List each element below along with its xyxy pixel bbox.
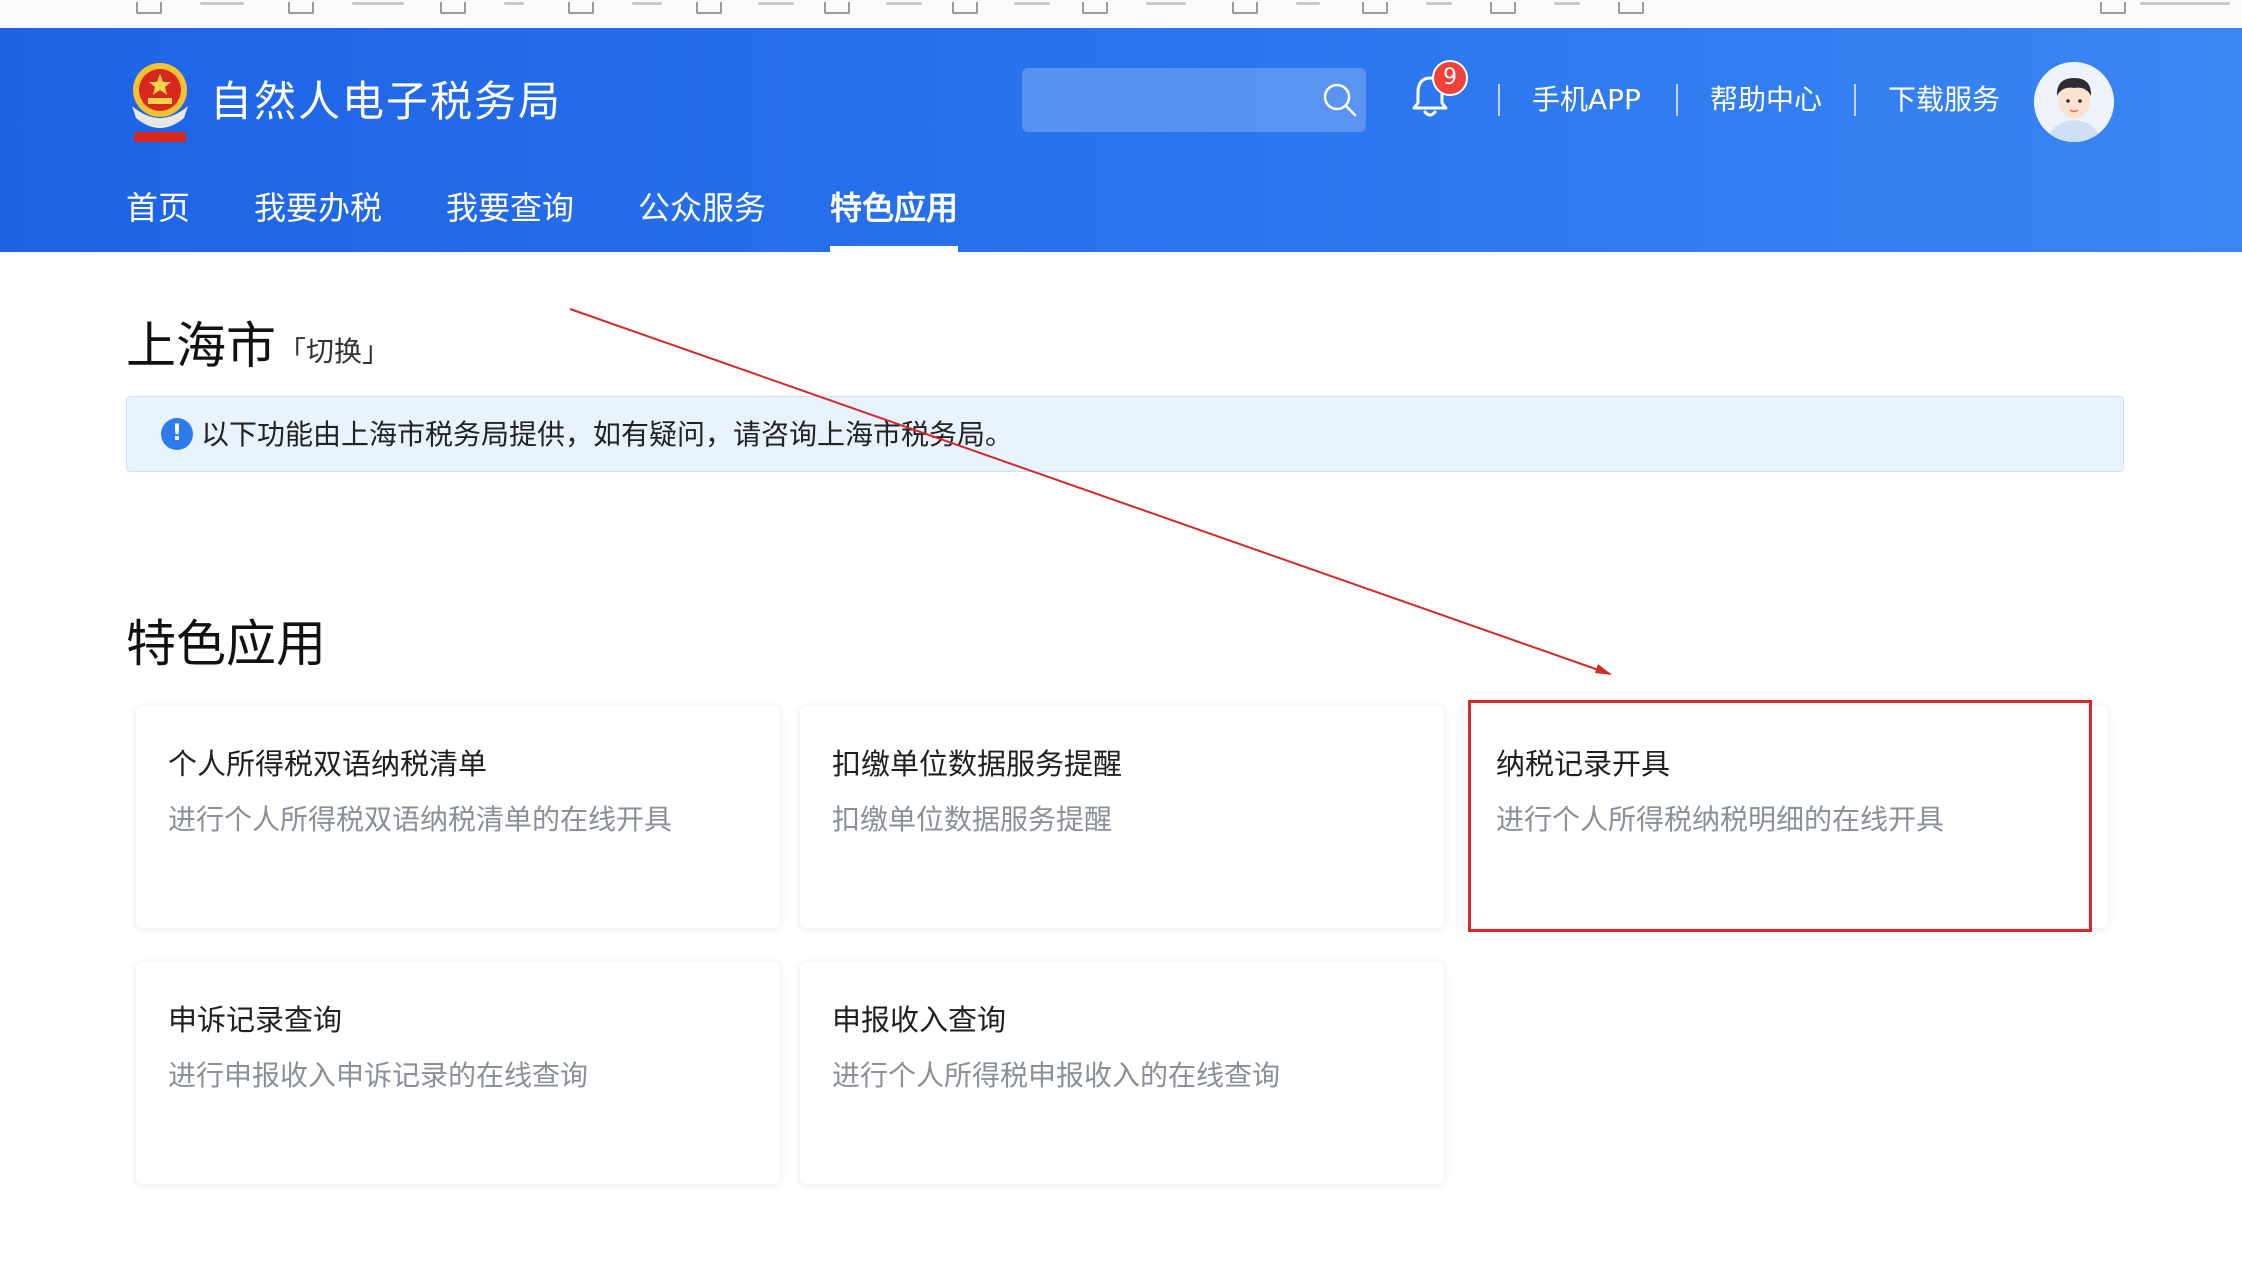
nav-tax-handling[interactable]: 我要办税 [254,178,382,238]
mobile-app-link[interactable]: 手机APP [1532,78,1641,122]
bookmark-item[interactable] [200,2,244,5]
download-service-link[interactable]: 下载服务 [1888,78,2000,122]
bookmark-folder-icon[interactable] [440,2,466,14]
app-card-income-query[interactable]: 申报收入查询 进行个人所得税申报收入的在线查询 [800,962,1444,1184]
info-notice: ! 以下功能由上海市税务局提供，如有疑问，请咨询上海市税务局。 [126,396,2124,472]
nav-featured-apps[interactable]: 特色应用 [830,178,958,238]
reading-list-icon[interactable] [2100,2,2126,14]
bookmark-item[interactable] [1426,2,1452,5]
nav-query[interactable]: 我要查询 [446,178,574,238]
tax-emblem-icon[interactable] [126,60,194,144]
card-title: 申诉记录查询 [168,1003,343,1037]
divider [1498,84,1500,116]
bookmark-item[interactable] [352,2,404,5]
bookmark-item[interactable] [632,2,662,5]
site-title[interactable]: 自然人电子税务局 [210,72,562,132]
bookmark-item[interactable] [1014,2,1050,5]
app-card-bilingual-tax-list[interactable]: 个人所得税双语纳税清单 进行个人所得税双语纳税清单的在线开具 [136,706,780,928]
bookmark-item[interactable] [758,2,794,5]
app-card-withholding-reminder[interactable]: 扣缴单位数据服务提醒 扣缴单位数据服务提醒 [800,706,1444,928]
bookmark-item[interactable] [1554,2,1580,5]
search-box[interactable] [1022,68,1366,134]
card-description: 进行个人所得税双语纳税清单的在线开具 [168,803,673,836]
nav-active-indicator [830,246,958,252]
bookmark-folder-icon[interactable] [136,2,162,14]
bookmark-folder-icon[interactable] [1232,2,1258,14]
card-description: 进行申报收入申诉记录的在线查询 [168,1059,589,1092]
annotation-highlight-box [1468,700,2092,932]
card-title: 申报收入查询 [832,1003,1007,1037]
notice-text: 以下功能由上海市税务局提供，如有疑问，请咨询上海市税务局。 [201,418,1014,451]
section-title: 特色应用 [126,615,326,673]
card-description: 进行个人所得税申报收入的在线查询 [832,1059,1281,1092]
bookmark-item[interactable] [886,2,922,5]
search-icon[interactable] [1320,80,1360,120]
search-input[interactable] [1022,68,1322,134]
switch-region-link[interactable]: 「切换」 [278,332,390,372]
avatar-face-icon [2034,62,2114,142]
bookmark-item[interactable] [2140,2,2230,5]
help-center-link[interactable]: 帮助中心 [1710,78,1822,122]
site-header: 自然人电子税务局 9 手机APP 帮助中心 下载服务 首页 我要办税 我要查询 … [0,28,2242,252]
bookmark-item[interactable] [1296,2,1320,5]
info-icon: ! [161,418,193,450]
card-title: 个人所得税双语纳税清单 [168,747,488,781]
bookmark-folder-icon[interactable] [1362,2,1388,14]
nav-home[interactable]: 首页 [126,178,190,238]
bookmark-folder-icon[interactable] [952,2,978,14]
divider [1854,84,1856,116]
bookmark-item[interactable] [1146,2,1186,5]
bookmark-folder-icon[interactable] [1490,2,1516,14]
notification-count-badge: 9 [1432,60,1468,96]
bookmark-folder-icon[interactable] [824,2,850,14]
region-name: 上海市 [126,317,276,375]
app-card-appeal-record-query[interactable]: 申诉记录查询 进行申报收入申诉记录的在线查询 [136,962,780,1184]
browser-bookmarks-bar [0,0,2242,29]
bookmark-folder-icon[interactable] [1082,2,1108,14]
nav-public-service[interactable]: 公众服务 [638,178,766,238]
divider [1676,84,1678,116]
bookmark-folder-icon[interactable] [696,2,722,14]
bookmark-folder-icon[interactable] [1618,2,1644,14]
card-title: 扣缴单位数据服务提醒 [832,747,1123,781]
bookmark-item[interactable] [504,2,524,5]
bookmark-folder-icon[interactable] [568,2,594,14]
card-description: 扣缴单位数据服务提醒 [832,803,1113,836]
bookmark-folder-icon[interactable] [288,2,314,14]
user-avatar[interactable] [2034,62,2114,142]
